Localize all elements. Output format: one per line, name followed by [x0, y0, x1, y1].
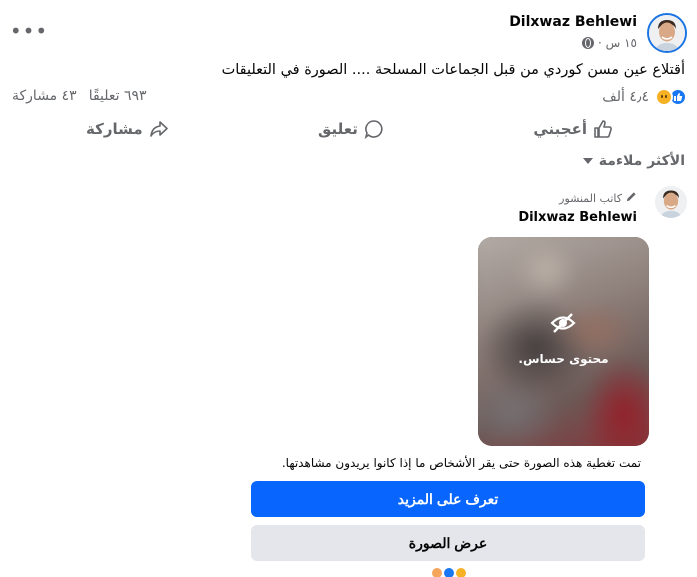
author-badge: كاتب المنشور [559, 191, 637, 205]
action-bar: أعجبني تعليق مشاركة [0, 112, 697, 146]
blurred-photo [478, 237, 649, 446]
caret-down-icon [582, 158, 593, 164]
thumbs-up-icon [593, 119, 613, 139]
share-button[interactable]: مشاركة [86, 112, 169, 146]
reactions-count: ٤٫٤ ألف [602, 89, 649, 105]
comment-button[interactable]: تعليق [318, 112, 384, 146]
comment-author-avatar[interactable] [655, 186, 687, 218]
post-text: أقتلاع عين مسن كوردي من قبل الجماعات الم… [221, 62, 685, 78]
like-label: أعجبني [533, 120, 587, 138]
reactions-summary[interactable]: ٤٫٤ ألف [602, 88, 687, 106]
more-options-button[interactable]: ••• [9, 14, 49, 48]
share-label: مشاركة [86, 120, 143, 138]
sensitive-content-label: محتوى حساس. [518, 352, 609, 366]
view-photo-button[interactable]: عرض الصورة [251, 525, 645, 561]
comment-label: تعليق [318, 120, 358, 138]
cover-explanation: تمت تغطية هذه الصورة حتى يقر الأشخاص ما … [281, 456, 641, 470]
sensitive-content-photo[interactable]: محتوى حساس. [478, 237, 649, 446]
share-icon [149, 119, 169, 139]
post-card: ••• Dilxwaz Behlewi ١٥ س · أقتلاع عين مس… [0, 0, 697, 577]
pencil-icon [626, 191, 637, 205]
comments-count[interactable]: ٦٩٣ تعليقًا [89, 88, 147, 104]
reaction-icon [432, 568, 442, 577]
sad-reaction-icon [655, 88, 673, 106]
shares-count[interactable]: ٤٣ مشاركة [12, 88, 77, 104]
post-time[interactable]: ١٥ س · [598, 36, 637, 50]
author-badge-label: كاتب المنشور [559, 191, 622, 205]
learn-more-button[interactable]: تعرف على المزيد [251, 481, 645, 517]
author-avatar[interactable] [647, 13, 687, 53]
sort-label: الأكثر ملاءمة [598, 153, 685, 169]
post-meta: ١٥ س · [582, 36, 637, 50]
reaction-icon [444, 568, 454, 577]
next-comment-reactions [432, 568, 466, 577]
more-icon: ••• [9, 19, 49, 43]
comment-author-name[interactable]: Dilxwaz Behlewi [518, 210, 637, 225]
reaction-icon [456, 568, 466, 577]
comment-icon [364, 119, 384, 139]
eye-slash-icon [550, 313, 576, 333]
globe-icon [582, 37, 595, 49]
post-stats: ٦٩٣ تعليقًا ٤٣ مشاركة [12, 88, 147, 104]
like-button[interactable]: أعجبني [533, 112, 613, 146]
author-name[interactable]: Dilxwaz Behlewi [509, 14, 637, 30]
comment-sort-dropdown[interactable]: الأكثر ملاءمة [582, 153, 685, 169]
